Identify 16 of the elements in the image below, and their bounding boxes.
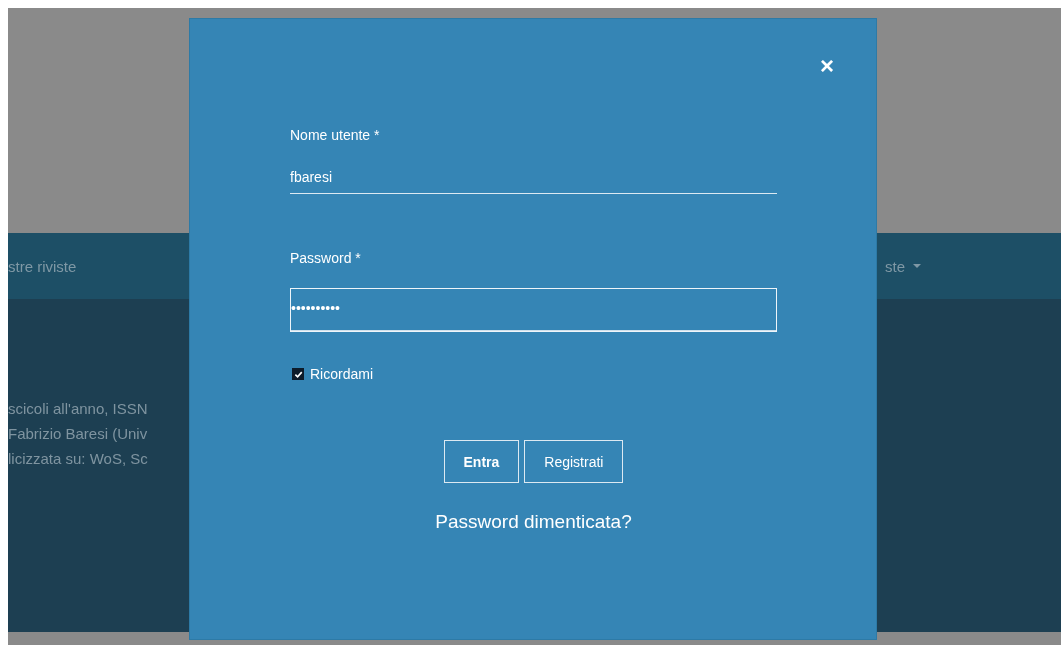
remember-checkbox[interactable] [292, 368, 304, 380]
login-button[interactable]: Entra [443, 440, 520, 483]
nav-link[interactable]: ste [885, 257, 905, 275]
description-text: licizzata su: WoS, Sc [8, 449, 148, 469]
caret-icon [913, 264, 921, 268]
close-button[interactable]: × [818, 53, 836, 79]
description-text: Fabrizio Baresi (Univ [8, 424, 148, 444]
description-text: scicoli all'anno, ISSN [8, 399, 148, 419]
username-field[interactable]: fbaresi [290, 165, 777, 194]
field-label: Nome utente * [290, 127, 381, 143]
nav-link[interactable]: stre riviste [8, 257, 77, 275]
password-field[interactable]: •••••••••• [290, 288, 777, 332]
remember-label: Ricordami [310, 366, 373, 382]
forgot-password-link[interactable]: Password dimenticata? [435, 511, 632, 533]
register-button[interactable]: Registrati [524, 440, 624, 483]
field-label: Password * [290, 250, 362, 266]
